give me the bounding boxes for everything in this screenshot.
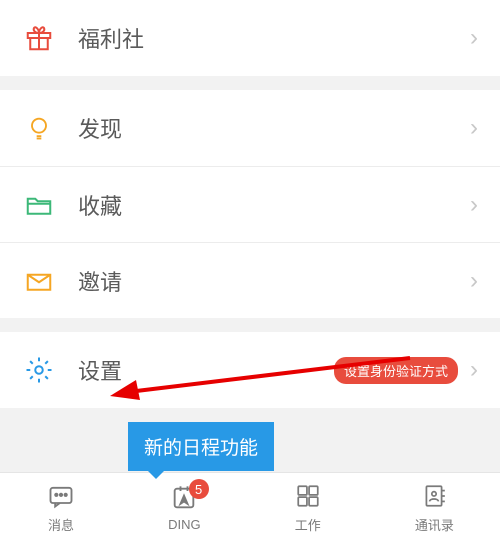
chevron-right-icon: › [470,191,478,219]
tab-ding[interactable]: 5 DING [168,483,201,532]
tab-label: 工作 [295,515,321,534]
menu-label: 发现 [78,112,470,144]
settings-badge: 设置身份验证方式 [334,357,458,384]
menu-settings[interactable]: 设置 设置身份验证方式 › [0,332,500,408]
gear-icon [22,353,56,387]
menu-invite[interactable]: 邀请 › [0,242,500,318]
tab-contacts[interactable]: 通讯录 [415,481,454,534]
chevron-right-icon: › [470,114,478,142]
menu-welfare[interactable]: 福利社 › [0,0,500,76]
tooltip-text: 新的日程功能 [144,438,258,459]
chevron-right-icon: › [470,356,478,384]
menu-label: 设置 [78,354,334,386]
menu-discover[interactable]: 发现 › [0,90,500,166]
chevron-right-icon: › [470,24,478,52]
notification-badge: 5 [189,479,209,499]
tab-label: 消息 [48,515,74,534]
menu-label: 邀请 [78,265,470,297]
section-2: 发现 › 收藏 › 邀请 › [0,90,500,318]
contacts-icon [419,481,449,511]
envelope-icon [22,264,56,298]
bulb-icon [22,111,56,145]
folder-icon [22,188,56,222]
tab-label: 通讯录 [415,515,454,534]
section-1: 福利社 › [0,0,500,76]
chat-icon [46,481,76,511]
menu-favorites[interactable]: 收藏 › [0,166,500,242]
menu-label: 收藏 [78,189,470,221]
section-3: 设置 设置身份验证方式 › [0,332,500,408]
chevron-right-icon: › [470,267,478,295]
grid-icon [293,481,323,511]
tab-label: DING [168,517,201,532]
menu-label: 福利社 [78,22,470,54]
tab-work[interactable]: 工作 [293,481,323,534]
tooltip-new-schedule: 新的日程功能 [128,422,274,471]
tab-messages[interactable]: 消息 [46,481,76,534]
tab-bar: 消息 5 DING 工作 通讯录 [0,472,500,542]
gift-icon [22,21,56,55]
